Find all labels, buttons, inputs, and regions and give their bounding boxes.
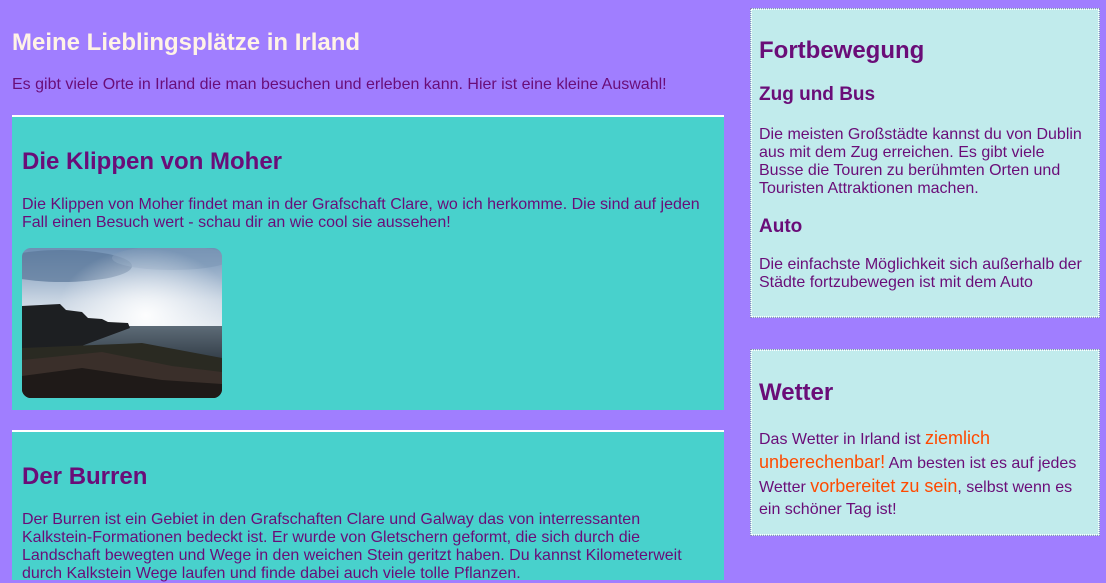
article-burren: Der Burren Der Burren ist ein Gebiet in … <box>12 430 724 582</box>
car-heading: Auto <box>759 216 803 237</box>
transport-box: Fortbewegung Zug und Bus Die meisten Gro… <box>750 8 1100 318</box>
weather-text-part: Das Wetter in Irland ist <box>759 431 925 448</box>
weather-highlight: vorbereitet zu sein <box>810 476 958 496</box>
weather-text: Das Wetter in Irland ist ziemlich unbere… <box>759 427 1091 521</box>
intro-text: Es gibt viele Orte in Irland die man bes… <box>12 76 667 93</box>
transport-heading: Fortbewegung <box>759 37 925 64</box>
weather-heading: Wetter <box>759 379 834 406</box>
cliffs-photo <box>22 248 222 398</box>
car-text: Die einfachste Möglichkeit sich außerhal… <box>759 256 1082 291</box>
train-bus-heading: Zug und Bus <box>759 84 876 105</box>
article-text: Die Klippen von Moher findet man in der … <box>22 196 700 231</box>
cliffs-photo-image <box>22 248 222 398</box>
train-bus-text: Die meisten Großstädte kannst du von Dub… <box>759 126 1082 197</box>
article-heading: Der Burren <box>22 463 148 490</box>
article-heading: Die Klippen von Moher <box>22 148 283 175</box>
article-cliffs: Die Klippen von Moher Die Klippen von Mo… <box>12 115 724 410</box>
article-text: Der Burren ist ein Gebiet in den Grafsch… <box>22 511 682 582</box>
weather-box: Wetter Das Wetter in Irland ist ziemlich… <box>750 349 1100 536</box>
page-title: Meine Lieblingsplätze in Irland <box>12 29 361 56</box>
